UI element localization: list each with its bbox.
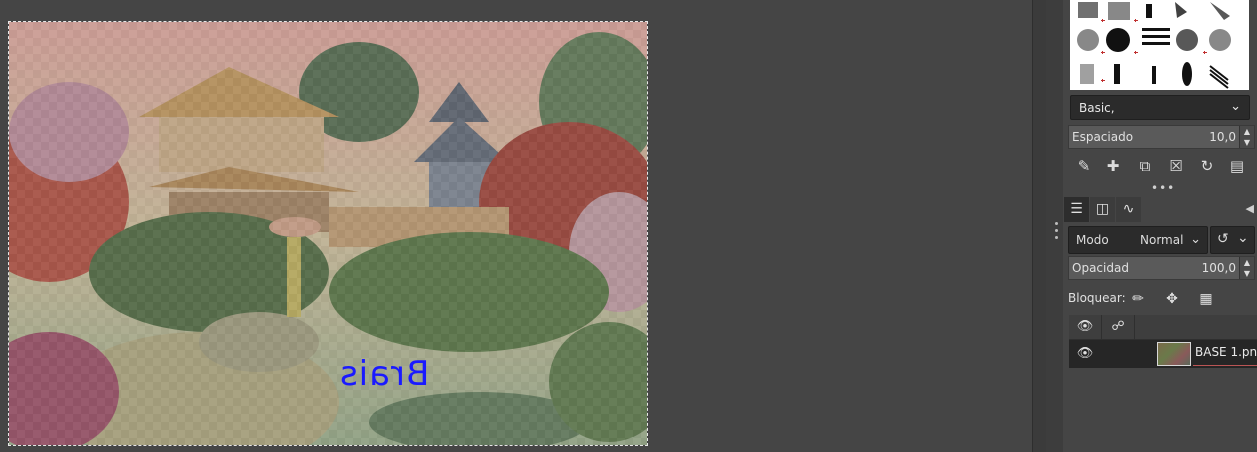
tab-menu-icon[interactable]: ◀ (1246, 202, 1254, 215)
image-canvas[interactable]: Brais (9, 22, 647, 445)
spacing-label: Espaciado (1072, 130, 1134, 144)
brush-preset-value: Basic, (1079, 101, 1115, 115)
layer-name-underline (1193, 365, 1257, 366)
opacity-value: 100,0 (1201, 261, 1236, 275)
chevron-down-icon: ⌄ (1237, 230, 1249, 246)
brush-thumbnails (1077, 2, 1231, 89)
channels-tab-icon[interactable]: ◫ (1090, 197, 1115, 222)
text-layer-brais[interactable]: Brais (339, 354, 429, 394)
duplicate-brush-icon[interactable]: ⧉ (1134, 155, 1156, 177)
chevron-down-icon: ⌄ (1230, 99, 1241, 114)
mode-value: Normal (1140, 233, 1184, 247)
lock-label: Bloquear: (1068, 291, 1126, 305)
chevron-down-icon: ⌄ (1190, 232, 1201, 247)
refresh-brushes-icon[interactable]: ↻ (1196, 155, 1218, 177)
spin-arrows-icon[interactable]: ▲ ▼ (1239, 257, 1254, 279)
layer-thumbnail (1157, 342, 1191, 366)
lock-pixels-icon[interactable]: ✏ (1128, 289, 1148, 309)
paths-tab-icon[interactable]: ∿ (1116, 197, 1141, 222)
mode-label: Modo (1076, 233, 1109, 247)
opacity-label: Opacidad (1072, 261, 1129, 275)
open-as-image-icon[interactable]: ▤ (1226, 155, 1248, 177)
right-dock: Basic, ⌄ Espaciado 10,0 ▲ ▼ ✎ ✚ ⧉ ☒ ↻ ▤ •… (1063, 0, 1257, 452)
lock-row: Bloquear: ✏ ✥ ▦ (1068, 289, 1255, 309)
chain-column-icon[interactable]: ☍ (1102, 315, 1135, 339)
opacity-spinner[interactable]: Opacidad 100,0 ▲ ▼ (1068, 256, 1255, 280)
spacing-spinner[interactable]: Espaciado 10,0 ▲ ▼ (1068, 125, 1255, 149)
delete-brush-icon[interactable]: ☒ (1165, 155, 1187, 177)
reset-icon: ↺ (1217, 231, 1229, 247)
dock-resize-grip[interactable] (1053, 222, 1059, 244)
garden-painting (9, 22, 647, 445)
layers-list-header: 👁 ☍ (1069, 315, 1257, 340)
layer-name[interactable]: BASE 1.png (1195, 345, 1257, 359)
mode-reset-button[interactable]: ↺ ⌄ (1210, 226, 1255, 254)
spacing-value: 10,0 (1209, 130, 1236, 144)
layer-row[interactable]: 👁 BASE 1.png (1069, 340, 1257, 368)
visibility-column-eye-icon[interactable]: 👁 (1069, 315, 1102, 339)
eye-icon[interactable]: 👁 (1072, 340, 1098, 368)
dock-tabs: ☰ ◫ ∿ ◀ (1063, 197, 1257, 223)
canvas-area[interactable]: Brais (0, 0, 1032, 452)
new-brush-icon[interactable]: ✚ (1102, 155, 1124, 177)
layer-mode-select[interactable]: Modo Normal ⌄ (1068, 226, 1208, 254)
brush-preset-select[interactable]: Basic, ⌄ (1070, 95, 1250, 120)
layers-tab-icon[interactable]: ☰ (1064, 197, 1089, 222)
panel-resize-handle[interactable]: ••• (1151, 182, 1175, 194)
edit-brush-icon[interactable]: ✎ (1073, 155, 1095, 177)
lock-position-icon[interactable]: ✥ (1162, 289, 1182, 309)
spin-arrows-icon[interactable]: ▲ ▼ (1239, 126, 1254, 148)
lock-alpha-icon[interactable]: ▦ (1196, 289, 1216, 309)
brush-grid[interactable] (1070, 0, 1249, 90)
